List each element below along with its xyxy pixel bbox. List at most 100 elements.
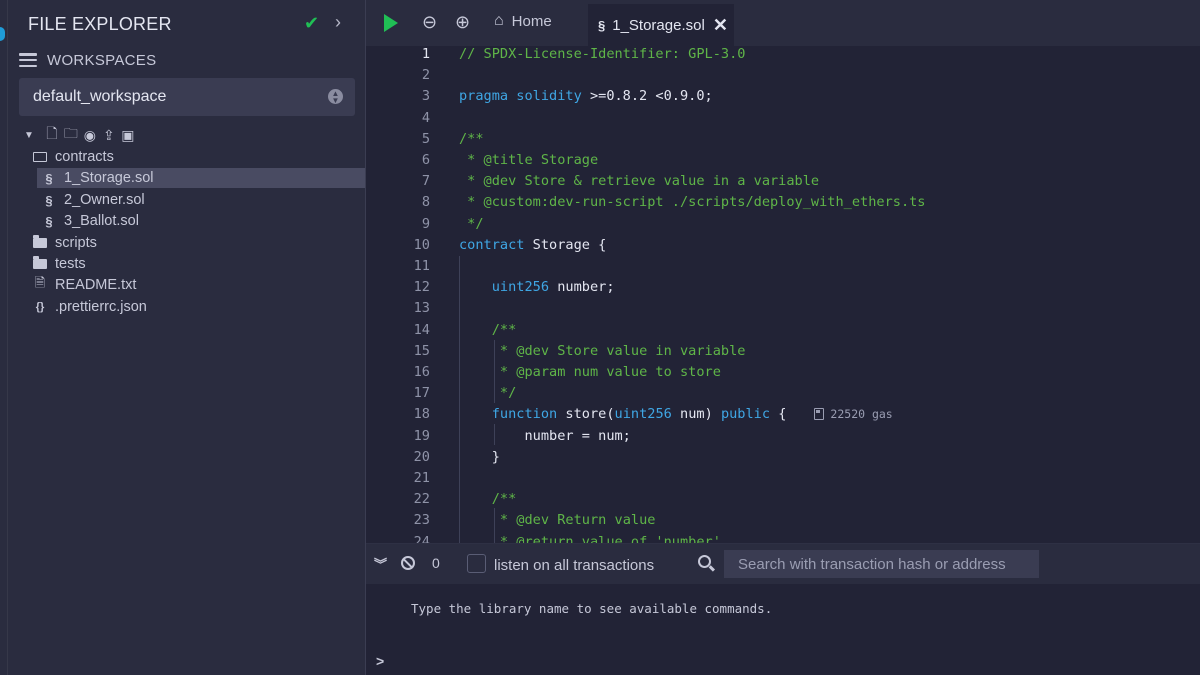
select-arrows-icon: ▲ ▼ — [328, 89, 343, 105]
line-number: 22 — [413, 491, 430, 508]
code-line[interactable]: // SPDX-License-Identifier: GPL-3.0 — [459, 46, 745, 65]
line-number: 20 — [413, 448, 430, 465]
tree-item-label: 2_Owner.sol — [64, 192, 145, 208]
line-number: 10 — [413, 236, 430, 253]
code-token: >=0.8.2 <0.9.0; — [581, 88, 713, 105]
code-line[interactable]: /** — [459, 489, 517, 510]
line-number: 12 — [413, 279, 430, 296]
icon-panel — [0, 0, 8, 675]
listen-label: listen on all transactions — [494, 557, 655, 574]
code-editor[interactable]: 1 2 3 4 5 6 7 8 9 10 11 12 13 14 15 16 17 18 19 20 21 22 23 24 … — [366, 46, 1200, 543]
code-token: * @param num value to store — [491, 364, 721, 380]
panel-title: FILE EXPLORER — [28, 14, 172, 34]
code-line[interactable]: } — [459, 447, 500, 468]
tree-file-2-owner[interactable]: § 2_Owner.sol — [41, 190, 145, 210]
zoom-in-icon[interactable]: ⊕ — [455, 12, 470, 33]
tree-file-3-ballot[interactable]: § 3_Ballot.sol — [41, 211, 139, 231]
tree-folder-tests[interactable]: tests — [32, 254, 86, 274]
solidity-file-icon: § — [45, 213, 53, 229]
tree-item-label: contracts — [55, 149, 114, 165]
line-number: 17 — [413, 385, 430, 402]
code-line[interactable]: * @dev Store & retrieve value in a varia… — [459, 171, 819, 192]
code-token: num) — [671, 406, 721, 423]
chevron-right-icon[interactable]: › — [335, 12, 341, 33]
tree-folder-scripts[interactable]: scripts — [32, 233, 97, 253]
code-token: uint256 — [491, 279, 550, 296]
code-token: * @dev Store value in variable — [491, 342, 746, 359]
solidity-file-icon: § — [598, 17, 606, 33]
github-icon[interactable]: ◉ — [83, 127, 97, 144]
json-file-icon: {} — [35, 301, 45, 313]
tree-file-1-storage[interactable]: § 1_Storage.sol — [37, 168, 365, 188]
listen-checkbox[interactable] — [467, 554, 486, 573]
hamburger-menu-icon[interactable] — [19, 53, 37, 67]
code-line[interactable]: * @dev Store value in variable — [459, 341, 746, 362]
code-line[interactable]: * @title Storage — [459, 150, 598, 171]
transaction-search-input[interactable] — [724, 550, 1039, 578]
tree-folder-contracts[interactable]: contracts — [32, 147, 114, 167]
code-token: // SPDX-License-Identifier: GPL-3.0 — [459, 46, 746, 62]
code-line[interactable]: /** — [459, 320, 517, 341]
upload-folder-icon[interactable]: ▣ — [121, 127, 135, 144]
code-token: */ — [491, 385, 517, 402]
solidity-file-icon: § — [45, 192, 53, 208]
code-token: function — [491, 406, 558, 423]
code-line[interactable]: function store(uint256 num) public {2252… — [459, 404, 893, 425]
code-token: * @dev Return value — [491, 512, 656, 529]
tab-active-file[interactable]: § 1_Storage.sol ✕ — [588, 4, 734, 46]
home-icon: ⌂ — [494, 12, 504, 29]
code-line[interactable]: pragma solidity >=0.8.2 <0.9.0; — [459, 86, 713, 107]
line-number: 8 — [421, 194, 430, 211]
tab-home[interactable]: ⌂ Home — [494, 12, 552, 30]
code-line[interactable]: contract Storage { — [459, 235, 606, 256]
new-folder-icon[interactable]: 🗀 — [64, 123, 78, 147]
terminal-prompt[interactable]: > — [376, 653, 384, 669]
code-line[interactable]: * @custom:dev-run-script ./scripts/deplo… — [459, 192, 925, 213]
close-icon[interactable]: ✕ — [713, 15, 728, 36]
code-line[interactable]: * @param num value to store — [459, 362, 721, 383]
run-icon[interactable] — [384, 14, 398, 32]
tab-label: Home — [511, 12, 552, 30]
collapse-terminal-icon[interactable]: ︾ — [374, 554, 387, 573]
code-line[interactable]: number = num; — [459, 426, 631, 447]
clear-console-icon[interactable] — [401, 556, 415, 570]
code-line[interactable]: */ — [459, 383, 516, 404]
terminal-message: Type the library name to see available c… — [411, 601, 773, 616]
tree-item-label: README.txt — [55, 277, 137, 293]
code-token: number = num; — [459, 427, 631, 444]
line-number: 14 — [413, 321, 430, 338]
code-line[interactable]: /** — [459, 129, 484, 150]
line-number: 23 — [413, 512, 430, 529]
tree-file-readme[interactable]: 🗎 README.txt — [32, 275, 137, 295]
code-token: * @dev Store & retrieve value in a varia… — [459, 173, 820, 190]
code-line[interactable]: */ — [459, 214, 483, 235]
upload-icon[interactable]: ⇪ — [102, 127, 116, 144]
tree-file-prettierrc[interactable]: {} .prettierrc.json — [32, 297, 147, 317]
gas-value: 22520 gas — [830, 407, 893, 422]
line-number: 9 — [421, 215, 430, 232]
code-line[interactable]: * @dev Return value — [459, 510, 656, 531]
tree-item-label: .prettierrc.json — [55, 299, 147, 315]
code-token: contract — [459, 236, 525, 253]
indent-guide — [459, 256, 460, 543]
code-line[interactable]: * @return value of 'number' — [459, 532, 721, 543]
code-token: * @return value of 'number' — [491, 533, 721, 543]
new-file-icon[interactable]: 🗋 — [45, 123, 59, 147]
zoom-out-icon[interactable]: ⊖ — [422, 12, 437, 33]
line-number: 11 — [413, 258, 430, 274]
collapse-caret-icon[interactable]: ▼ — [24, 130, 34, 141]
workspace-select[interactable]: default_workspace ▲ ▼ — [19, 78, 355, 116]
tree-item-label: tests — [55, 256, 86, 272]
editor-toolbar: ⊖ ⊕ ⌂ Home § 1_Storage.sol ✕ — [366, 0, 1200, 46]
code-line[interactable]: uint256 number; — [459, 277, 615, 298]
line-number: 13 — [413, 300, 430, 317]
code-token: /** — [491, 491, 517, 508]
gas-estimate: 22520 gas — [814, 407, 893, 422]
